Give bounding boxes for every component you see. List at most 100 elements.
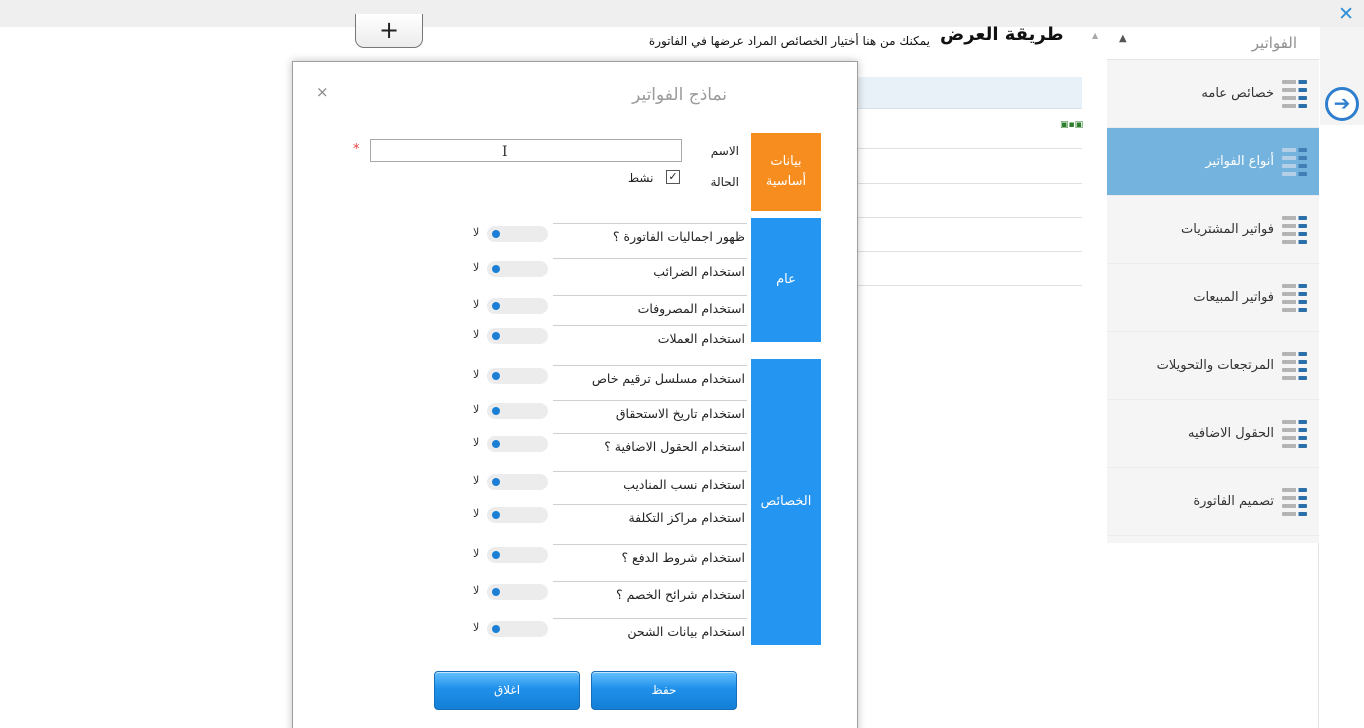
list-icon [1282, 215, 1307, 244]
toggle-off-label: لا [473, 368, 480, 381]
sidebar-item[interactable]: فواتير المشتريات [1107, 196, 1319, 264]
toggle-knob [492, 302, 500, 310]
toggle-off-label: لا [473, 474, 480, 487]
toggle-off-label: لا [473, 328, 480, 341]
toggle-knob [492, 230, 500, 238]
setting-toggle[interactable] [487, 507, 548, 523]
list-icon [1282, 351, 1307, 380]
row-divider [553, 223, 747, 224]
close-button[interactable]: اغلاق [434, 671, 580, 710]
setting-row: استخدام المصروفات لا [463, 295, 747, 329]
row-divider [553, 295, 747, 296]
setting-toggle[interactable] [487, 403, 548, 419]
active-checkbox[interactable]: ✓ [666, 170, 680, 184]
setting-row: استخدام مراكز التكلفة لا [463, 504, 747, 538]
setting-toggle[interactable] [487, 368, 548, 384]
setting-row: استخدام مسلسل ترقيم خاص لا [463, 365, 747, 399]
setting-label: استخدام المصروفات [637, 301, 745, 316]
close-icon[interactable]: × [316, 83, 329, 101]
setting-label: استخدام الحقول الاضافية ؟ [604, 439, 745, 454]
toggle-knob [492, 551, 500, 559]
table-row [858, 285, 1082, 286]
setting-toggle[interactable] [487, 436, 548, 452]
setting-row: استخدام نسب المناديب لا [463, 471, 747, 505]
toggle-knob [492, 332, 500, 340]
modal-title: نماذج الفواتير [632, 85, 727, 105]
list-icon [1282, 147, 1307, 176]
row-divider [553, 618, 747, 619]
table-row [858, 148, 1082, 149]
setting-row: استخدام بيانات الشحن لا [463, 618, 747, 652]
setting-label: استخدام مراكز التكلفة [628, 510, 745, 525]
list-icon [1282, 283, 1307, 312]
toggle-off-label: لا [473, 298, 480, 311]
list-icon [1282, 487, 1307, 516]
invoice-template-modal: نماذج الفواتير × بيانات أساسية عام الخصا… [292, 61, 858, 728]
setting-label: استخدام بيانات الشحن [627, 624, 745, 639]
sidebar-item[interactable]: خصائص عامه [1107, 60, 1319, 128]
add-button[interactable]: + [355, 14, 423, 48]
toggle-off-label: لا [473, 507, 480, 520]
required-mark: * [353, 142, 360, 157]
row-divider [553, 325, 747, 326]
setting-toggle[interactable] [487, 261, 548, 277]
row-divider [553, 258, 747, 259]
setting-toggle[interactable] [487, 621, 548, 637]
chevron-up-icon[interactable]: ▲ [1119, 33, 1127, 44]
toggle-knob [492, 440, 500, 448]
setting-row: استخدام تاريخ الاستحقاق لا [463, 400, 747, 434]
sidebar-item-label: الحقول الاضافيه [1188, 426, 1274, 441]
setting-toggle[interactable] [487, 328, 548, 344]
row-divider [553, 365, 747, 366]
row-divider [553, 471, 747, 472]
toggle-off-label: لا [473, 584, 480, 597]
sidebar-item-label: أنواع الفواتير [1205, 154, 1274, 169]
setting-label: استخدام شرائح الخصم ؟ [615, 587, 745, 602]
toggle-knob [492, 478, 500, 486]
row-divider [553, 544, 747, 545]
sidebar-item[interactable]: المرتجعات والتحويلات [1107, 332, 1319, 400]
setting-toggle[interactable] [487, 584, 548, 600]
sidebar-header-label: الفواتير [1251, 34, 1297, 52]
section-basic-data: بيانات أساسية [751, 133, 821, 211]
sidebar-item-label: تصميم الفاتورة [1193, 494, 1274, 509]
toggle-off-label: لا [473, 226, 480, 239]
setting-toggle[interactable] [487, 298, 548, 314]
setting-row: استخدام العملات لا [463, 325, 747, 359]
arrow-right-circle-icon[interactable]: ➔ [1325, 87, 1359, 121]
status-label: الحالة [710, 175, 739, 189]
sidebar-item[interactable]: أنواع الفواتير [1107, 128, 1319, 196]
save-button[interactable]: حفظ [591, 671, 737, 710]
table-row [858, 183, 1082, 184]
toggle-off-label: لا [473, 547, 480, 560]
row-divider [553, 581, 747, 582]
table-row [858, 217, 1082, 218]
sidebar-item[interactable]: تصميم الفاتورة [1107, 468, 1319, 536]
sidebar-header[interactable]: الفواتير ▲ [1107, 27, 1319, 60]
setting-toggle[interactable] [487, 226, 548, 242]
sidebar-item[interactable]: الحقول الاضافيه [1107, 400, 1319, 468]
x-logo-icon[interactable]: ✕ [1338, 3, 1354, 25]
setting-row: استخدام الضرائب لا [463, 258, 747, 292]
scroll-up-icon[interactable]: ▲ [1092, 31, 1098, 40]
row-divider [553, 400, 747, 401]
name-label: الاسم [710, 144, 739, 158]
abc-icon: ▣▪▣ [1060, 120, 1084, 130]
toggle-off-label: لا [473, 261, 480, 274]
sidebar-item[interactable]: فواتير المبيعات [1107, 264, 1319, 332]
name-input[interactable] [370, 139, 682, 162]
toggle-knob [492, 625, 500, 633]
setting-label: استخدام شروط الدفع ؟ [621, 550, 745, 565]
setting-toggle[interactable] [487, 474, 548, 490]
toggle-knob [492, 372, 500, 380]
setting-toggle[interactable] [487, 547, 548, 563]
toggle-knob [492, 407, 500, 415]
setting-label: ظهور اجماليات الفاتورة ؟ [612, 229, 745, 244]
table-row [858, 251, 1082, 252]
setting-row: ظهور اجماليات الفاتورة ؟ لا [463, 223, 747, 257]
toggle-knob [492, 511, 500, 519]
setting-row: استخدام الحقول الاضافية ؟ لا [463, 433, 747, 467]
setting-label: استخدام تاريخ الاستحقاق [615, 406, 745, 421]
setting-label: استخدام العملات [657, 331, 745, 346]
section-properties: الخصائص [751, 359, 821, 645]
